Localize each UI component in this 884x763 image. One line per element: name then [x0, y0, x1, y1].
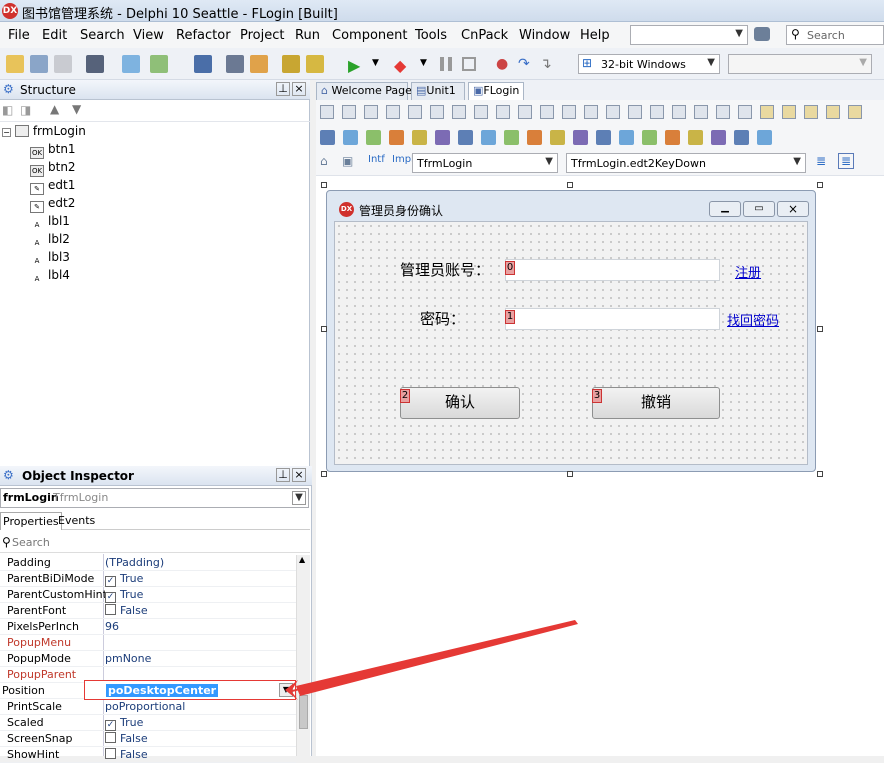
property-value[interactable]: poDesktopCenter	[106, 684, 219, 697]
annotation-arrow	[285, 620, 578, 700]
property-value-text: poDesktopCenter	[106, 684, 219, 697]
annotation-arrow-shaft	[296, 620, 578, 696]
